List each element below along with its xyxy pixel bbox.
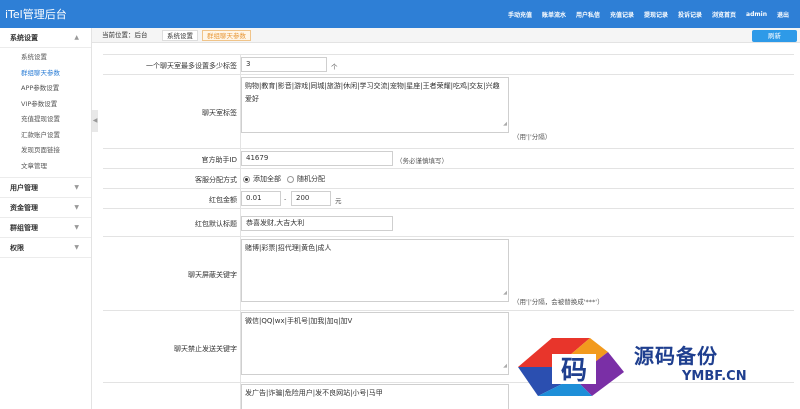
breadcrumb-section[interactable]: 系统设置 bbox=[162, 30, 198, 41]
sidebar-group-permissions[interactable]: 权限 ▼ bbox=[0, 238, 91, 258]
top-nav: 手动充值 账单流水 用户私信 充值记录 提现记录 投诉记录 浏览首页 admin… bbox=[503, 0, 794, 28]
sidebar-group-funds[interactable]: 资金管理 ▼ bbox=[0, 198, 91, 218]
sidebar-group-label: 资金管理 bbox=[10, 204, 38, 212]
breadcrumb: 当前位置：后台 系统设置 群组聊天参数 刷新 bbox=[92, 28, 800, 43]
sidebar-item-system-settings[interactable]: 系统设置 bbox=[0, 50, 91, 66]
breadcrumb-current[interactable]: 群组聊天参数 bbox=[202, 30, 251, 41]
radio-add-all[interactable]: 添加全部 bbox=[243, 174, 281, 184]
sidebar-submenu: 系统设置 群组聊天参数 APP参数设置 VIP参数设置 充值提现设置 汇款账户设… bbox=[0, 48, 91, 178]
radio-label: 随机分配 bbox=[297, 175, 325, 183]
topnav-browse-home[interactable]: 浏览首页 bbox=[707, 10, 741, 19]
max-tags-label: 一个聊天室最多设置多少标签 bbox=[146, 62, 237, 70]
sidebar-group-label: 权限 bbox=[10, 244, 24, 252]
blocked-words-textarea[interactable]: 赌博|彩票|招代理|黄色|成人 ◢ bbox=[241, 239, 509, 302]
banned-words-label: 聊天禁止发送关键字 bbox=[174, 345, 237, 353]
room-tags-label: 聊天室标签 bbox=[202, 109, 237, 117]
sidebar-item-remit-accounts[interactable]: 汇款账户设置 bbox=[0, 128, 91, 144]
report-reasons-textarea[interactable]: 发广告|诈骗|危险用户|发不良网站|小号|马甲 bbox=[241, 384, 509, 409]
red-packet-unit: 元 bbox=[335, 197, 342, 205]
form-row-assistant-id: 官方助手ID 41679 （务必谨慎填写） bbox=[103, 148, 794, 168]
refresh-button[interactable]: 刷新 bbox=[752, 30, 797, 42]
chevron-down-icon: ▼ bbox=[74, 244, 79, 251]
assistant-id-label: 官方助手ID bbox=[201, 156, 237, 164]
sidebar-group-system-settings[interactable]: 系统设置 ▲ bbox=[0, 28, 91, 48]
range-separator: - bbox=[284, 195, 287, 203]
room-tags-hint: （用'|'分隔） bbox=[513, 133, 552, 141]
chevron-down-icon: ▼ bbox=[74, 204, 79, 211]
red-packet-title-label: 红包默认标题 bbox=[195, 220, 237, 228]
sidebar-group-label: 用户管理 bbox=[10, 184, 38, 192]
room-tags-textarea[interactable]: 购物|教育|影音|游戏|同城|旅游|休闲|学习交流|宠物|星座|王者荣耀|吃鸡|… bbox=[241, 77, 509, 133]
breadcrumb-prefix[interactable]: 当前位置：后台 bbox=[98, 30, 152, 41]
topnav-manual-recharge[interactable]: 手动充值 bbox=[503, 10, 537, 19]
watermark-logo-icon: 码 bbox=[518, 338, 624, 396]
form-row-service-mode: 客服分配方式 添加全部 随机分配 bbox=[103, 168, 794, 188]
form-row-red-packet-amount: 红包金额 0.01 - 200 元 bbox=[103, 188, 794, 208]
sidebar-group-groups[interactable]: 群组管理 ▼ bbox=[0, 218, 91, 238]
resize-grip-icon[interactable]: ◢ bbox=[503, 118, 507, 131]
radio-checked-icon bbox=[243, 175, 250, 183]
topnav-user-messages[interactable]: 用户私信 bbox=[571, 10, 605, 19]
topnav-logout[interactable]: 退出 bbox=[772, 10, 794, 19]
form-row-red-packet-title: 红包默认标题 恭喜发财,大吉大利 bbox=[103, 208, 794, 236]
assistant-id-hint: （务必谨慎填写） bbox=[396, 157, 448, 165]
resize-grip-icon[interactable]: ◢ bbox=[503, 360, 507, 373]
radio-label: 添加全部 bbox=[253, 175, 281, 183]
topnav-recharge-records[interactable]: 充值记录 bbox=[605, 10, 639, 19]
service-mode-label: 客服分配方式 bbox=[195, 176, 237, 184]
red-packet-max-input[interactable]: 200 bbox=[291, 191, 331, 206]
sidebar-item-recharge-withdraw[interactable]: 充值提现设置 bbox=[0, 112, 91, 128]
app-title: iTel管理后台 bbox=[5, 8, 67, 21]
sidebar: 系统设置 ▲ 系统设置 群组聊天参数 APP参数设置 VIP参数设置 充值提现设… bbox=[0, 28, 92, 409]
watermark: 码 源码备份 YMBF.CN bbox=[512, 332, 792, 402]
red-packet-title-input[interactable]: 恭喜发财,大吉大利 bbox=[241, 216, 393, 231]
room-tags-text: 购物|教育|影音|游戏|同城|旅游|休闲|学习交流|宠物|星座|王者荣耀|吃鸡|… bbox=[245, 82, 500, 103]
sidebar-item-group-chat-params[interactable]: 群组聊天参数 bbox=[0, 66, 91, 82]
form-row-max-tags: 一个聊天室最多设置多少标签 3 个 bbox=[103, 54, 794, 74]
chevron-down-icon: ▼ bbox=[74, 224, 79, 231]
sidebar-collapse-handle[interactable]: ◀ bbox=[92, 110, 98, 132]
max-tags-unit: 个 bbox=[331, 63, 338, 71]
chevron-up-icon: ▲ bbox=[74, 34, 79, 41]
blocked-words-hint: （用'|'分隔，会被替换成'***'） bbox=[513, 298, 604, 306]
watermark-text: 源码备份 bbox=[634, 344, 718, 368]
watermark-url: YMBF.CN bbox=[682, 369, 747, 384]
banned-words-textarea[interactable]: 微信|QQ|wx|手机号|加我|加q|加V ◢ bbox=[241, 312, 509, 375]
radio-random[interactable]: 随机分配 bbox=[287, 174, 325, 184]
watermark-glyph: 码 bbox=[561, 356, 587, 386]
red-packet-min-input[interactable]: 0.01 bbox=[241, 191, 281, 206]
topnav-bill-flow[interactable]: 账单流水 bbox=[537, 10, 571, 19]
blocked-words-text: 赌博|彩票|招代理|黄色|成人 bbox=[245, 244, 332, 252]
blocked-words-label: 聊天屏蔽关键字 bbox=[188, 271, 237, 279]
sidebar-item-articles[interactable]: 文章管理 bbox=[0, 159, 91, 175]
form-row-blocked-words: 聊天屏蔽关键字 赌博|彩票|招代理|黄色|成人 ◢ （用'|'分隔，会被替换成'… bbox=[103, 236, 794, 310]
sidebar-item-discover-links[interactable]: 发现页面链接 bbox=[0, 143, 91, 159]
sidebar-group-label: 系统设置 bbox=[10, 34, 38, 42]
form-row-room-tags: 聊天室标签 购物|教育|影音|游戏|同城|旅游|休闲|学习交流|宠物|星座|王者… bbox=[103, 74, 794, 148]
top-bar: iTel管理后台 手动充值 账单流水 用户私信 充值记录 提现记录 投诉记录 浏… bbox=[0, 0, 800, 28]
assistant-id-input[interactable]: 41679 bbox=[241, 151, 393, 166]
radio-unchecked-icon bbox=[287, 175, 294, 183]
max-tags-input[interactable]: 3 bbox=[241, 57, 327, 72]
banned-words-text: 微信|QQ|wx|手机号|加我|加q|加V bbox=[245, 317, 353, 325]
topnav-complaint-records[interactable]: 投诉记录 bbox=[673, 10, 707, 19]
topnav-withdraw-records[interactable]: 提现记录 bbox=[639, 10, 673, 19]
sidebar-item-app-params[interactable]: APP参数设置 bbox=[0, 81, 91, 97]
sidebar-group-users[interactable]: 用户管理 ▼ bbox=[0, 178, 91, 198]
resize-grip-icon[interactable]: ◢ bbox=[503, 287, 507, 300]
report-reasons-text: 发广告|诈骗|危险用户|发不良网站|小号|马甲 bbox=[245, 389, 383, 397]
topnav-admin-user[interactable]: admin bbox=[741, 11, 772, 18]
red-packet-amount-label: 红包金额 bbox=[209, 196, 237, 204]
chevron-down-icon: ▼ bbox=[74, 184, 79, 191]
sidebar-item-vip-params[interactable]: VIP参数设置 bbox=[0, 97, 91, 113]
sidebar-group-label: 群组管理 bbox=[10, 224, 38, 232]
